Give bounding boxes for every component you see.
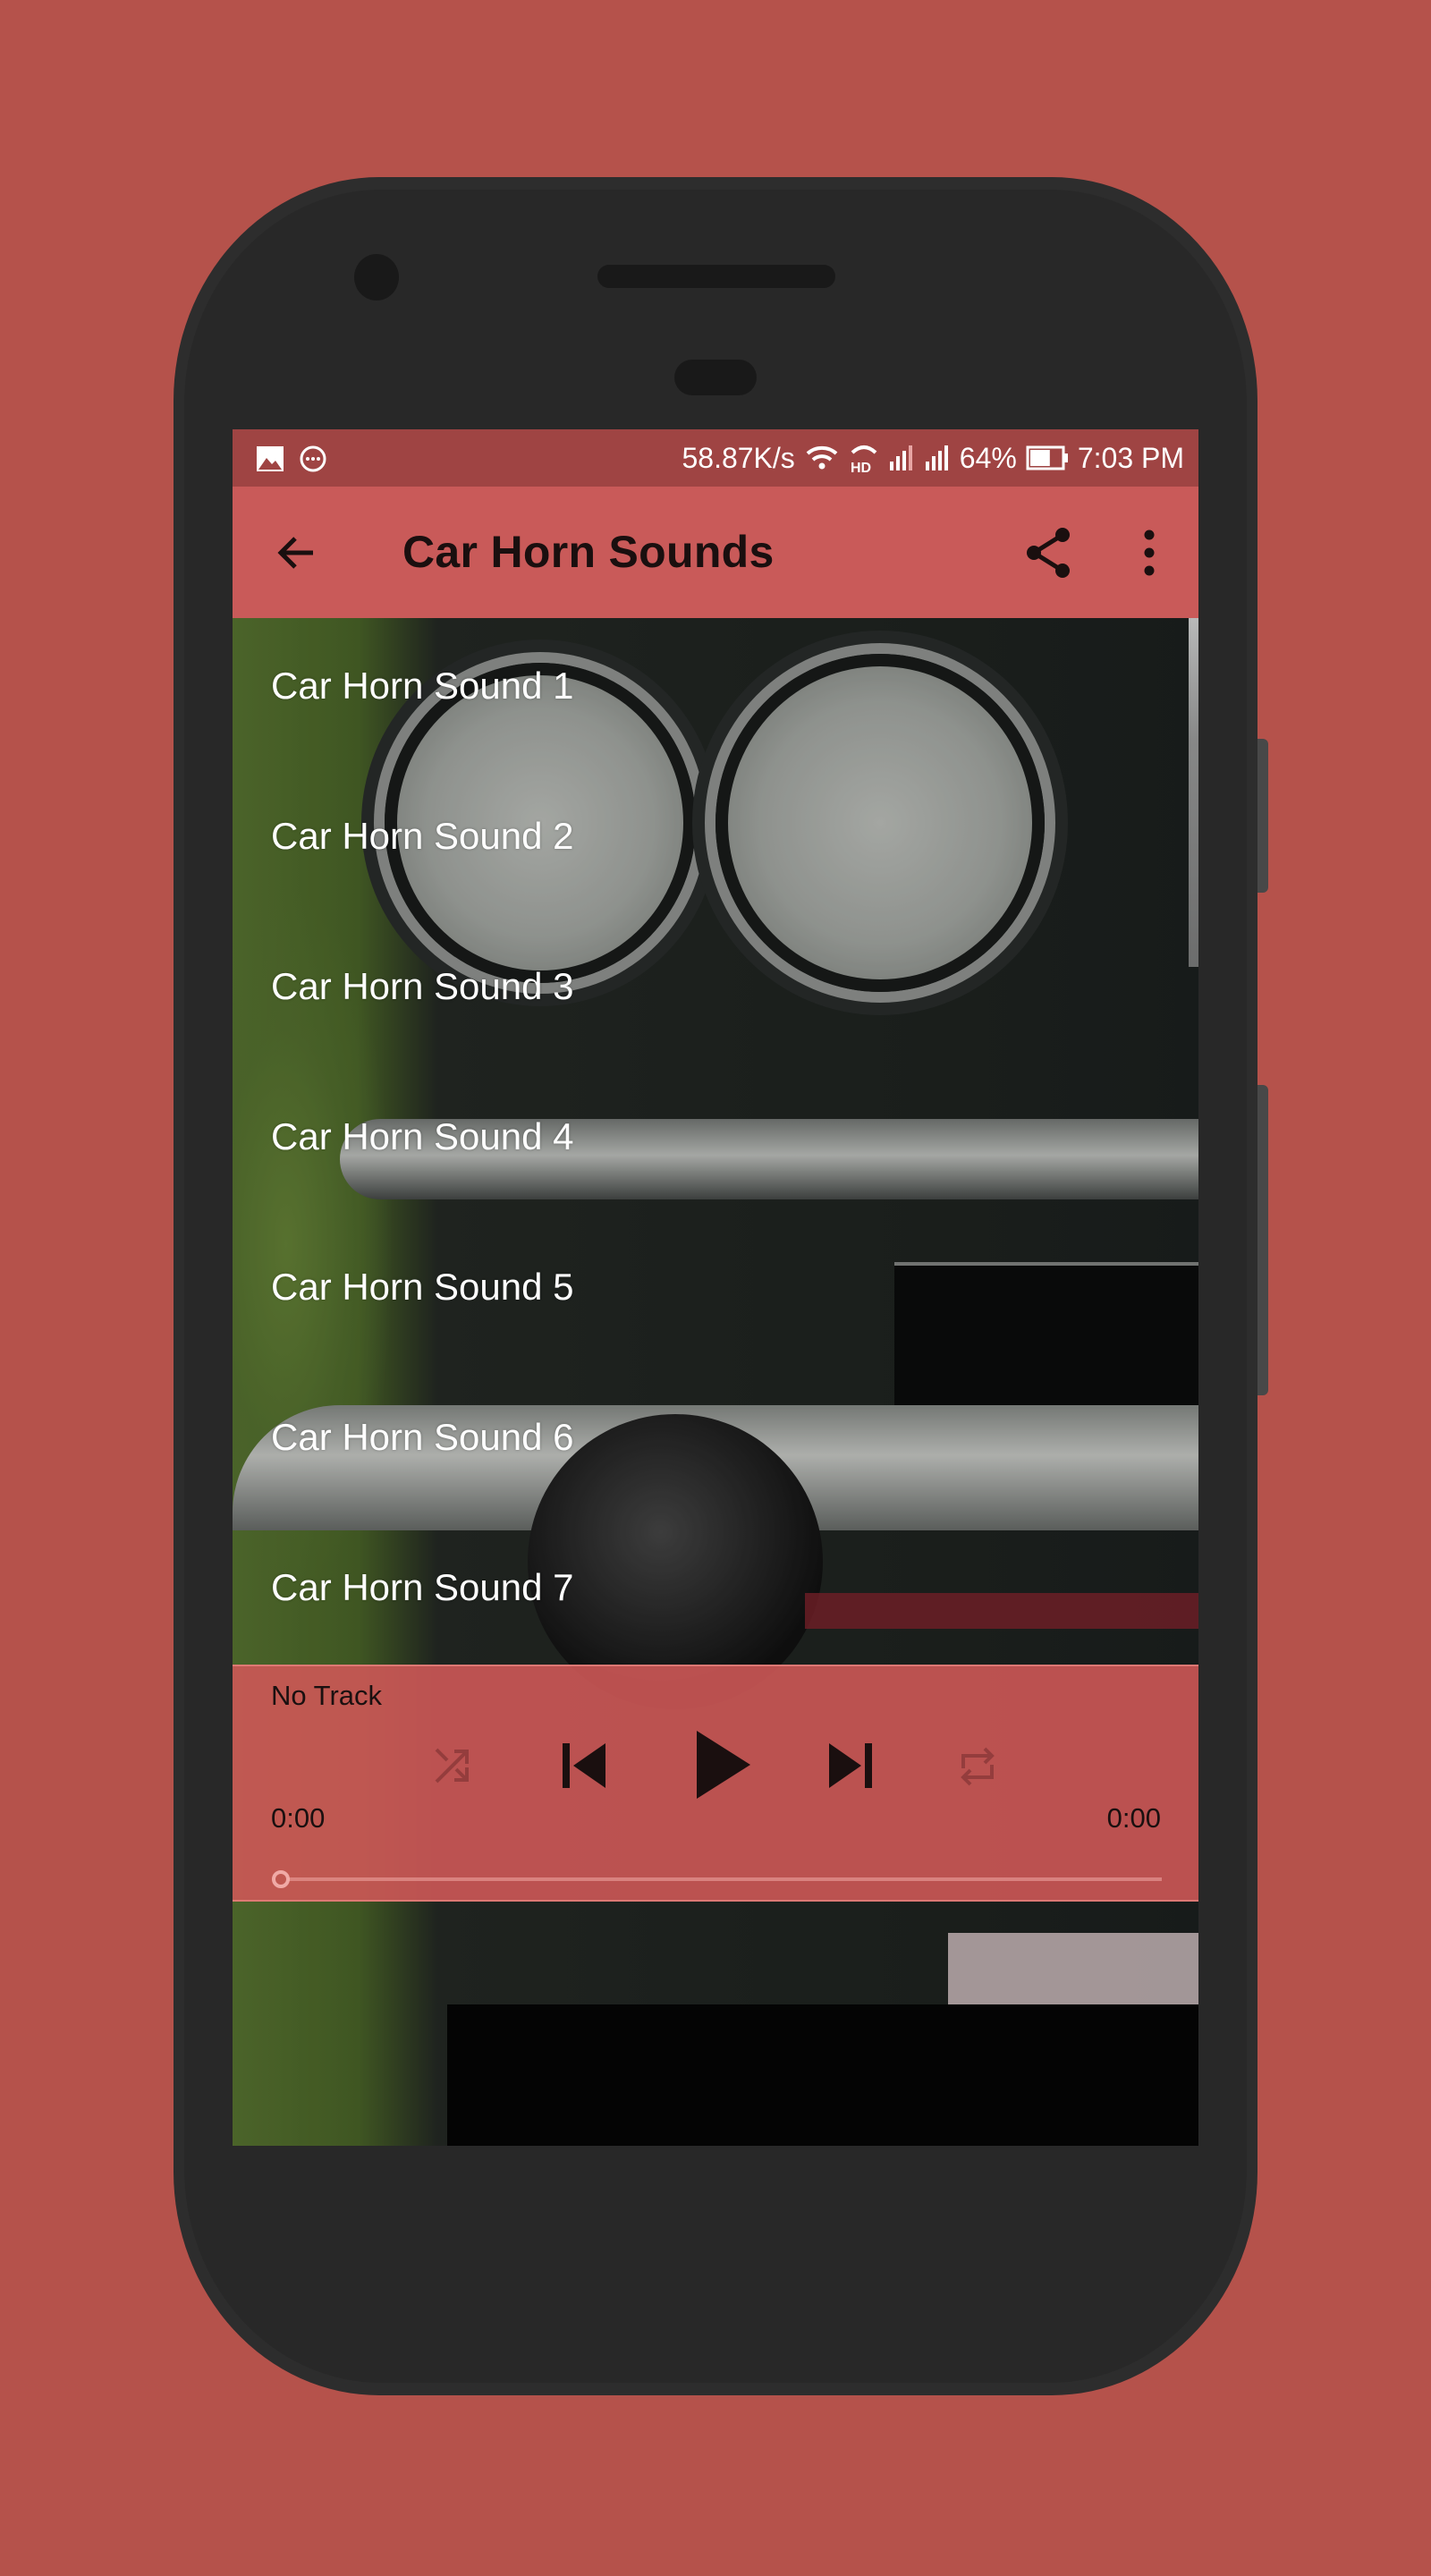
list-item[interactable]: Car Horn Sound 5 [233,1219,1181,1369]
play-icon[interactable] [695,1731,752,1799]
more-vertical-icon[interactable] [1136,526,1163,580]
sound-list: Car Horn Sound 1 Car Horn Sound 2 Car Ho… [233,618,1198,1665]
power-button [1257,739,1268,893]
share-icon[interactable] [1023,526,1073,580]
proximity-sensor [674,360,757,395]
signal-sim1-icon [889,445,912,470]
list-item[interactable]: Car Horn Sound 6 [233,1369,1181,1520]
media-player: No Track 0:00 0:00 [233,1665,1198,1902]
repeat-icon[interactable] [956,1745,999,1788]
list-item[interactable]: Car Horn Sound 1 [233,618,1181,768]
chat-bubble-icon [300,445,326,472]
list-item-label: Car Horn Sound 4 [271,1115,574,1157]
svg-text:HD: HD [851,461,871,474]
track-title: No Track [271,1680,383,1711]
elapsed-time: 0:00 [271,1802,326,1834]
seek-thumb[interactable] [272,1870,290,1888]
app-screen: 58.87K/s HD 64% 7:03 PM Car Horn Sounds … [233,429,1198,2146]
list-item[interactable]: Car Horn Sound 2 [233,768,1181,919]
skip-next-icon[interactable] [826,1743,874,1788]
list-item[interactable]: Car Horn Sound 7 [233,1520,1181,1670]
list-item[interactable]: Car Horn Sound 3 [233,919,1181,1069]
wifi-icon [806,445,838,470]
list-item-label: Car Horn Sound 5 [271,1266,574,1308]
battery-percent: 64% [959,441,1017,474]
list-item-label: Car Horn Sound 2 [271,815,574,857]
front-camera [354,254,399,301]
skip-previous-icon[interactable] [561,1743,609,1788]
seek-track [288,1877,1162,1881]
clock: 7:03 PM [1077,441,1184,474]
list-scrollbar[interactable] [1189,618,1198,967]
page-title: Car Horn Sounds [402,527,775,577]
image-icon [257,446,284,471]
status-bar: 58.87K/s HD 64% 7:03 PM [233,429,1198,487]
shuffle-icon[interactable] [433,1746,472,1785]
list-item[interactable]: Car Horn Sound 4 [233,1069,1181,1219]
volume-button [1257,1085,1268,1395]
seek-bar[interactable] [272,1870,1162,1888]
network-speed: 58.87K/s [682,441,795,474]
battery-icon [1026,445,1068,470]
earpiece-speaker [597,265,835,288]
total-duration: 0:00 [1106,1802,1161,1834]
list-item-label: Car Horn Sound 7 [271,1566,574,1608]
arrow-back-icon[interactable] [272,528,322,578]
app-toolbar: Car Horn Sounds [233,487,1198,618]
list-item-label: Car Horn Sound 3 [271,965,574,1007]
hd-call-icon: HD [851,445,877,474]
list-item-label: Car Horn Sound 6 [271,1416,574,1458]
list-item-label: Car Horn Sound 1 [271,665,574,707]
signal-sim2-icon [925,445,948,470]
